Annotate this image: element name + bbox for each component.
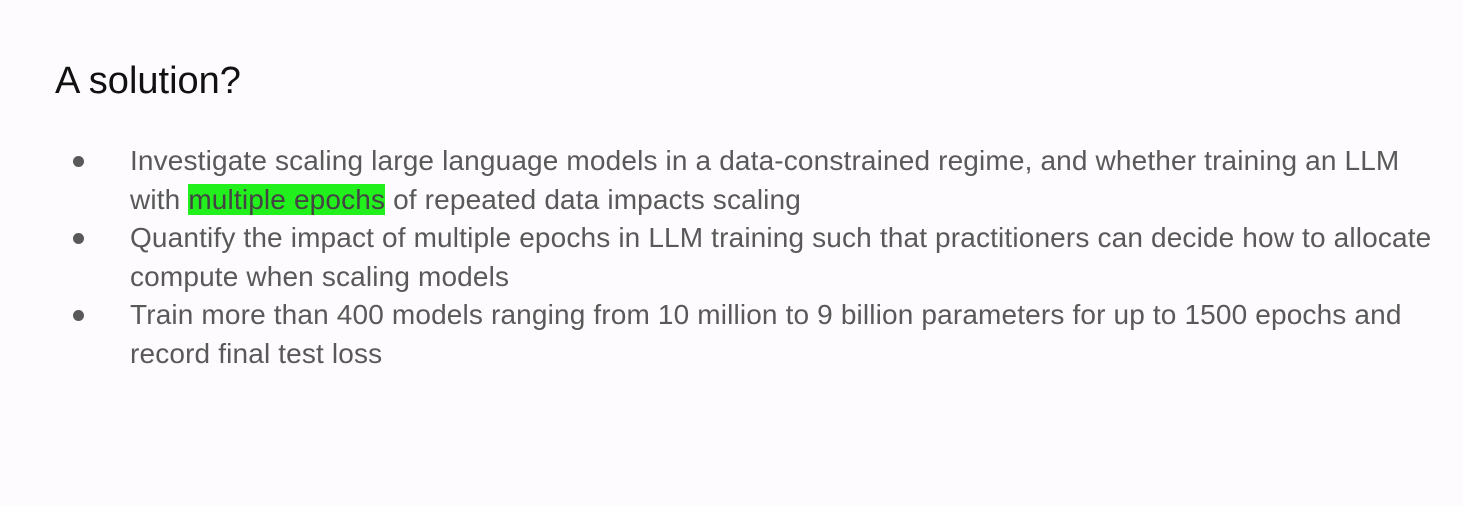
slide: A solution? Investigate scaling large la… [0,0,1463,506]
bullet-dot-icon [73,156,84,167]
bullet-item-2: Quantify the impact of multiple epochs i… [70,219,1440,296]
highlighted-text: multiple epochs [188,183,386,215]
slide-title: A solution? [55,60,241,102]
bullet-dot-icon [73,233,84,244]
bullet-list: Investigate scaling large language model… [70,142,1440,373]
bullet-item-3: Train more than 400 models ranging from … [70,296,1440,373]
bullet-dot-icon [73,310,84,321]
bullet-text: Quantify the impact of multiple epochs i… [130,222,1432,292]
bullet-text: Train more than 400 models ranging from … [130,299,1402,369]
bullet-text-after: of repeated data impacts scaling [385,183,801,215]
bullet-item-1: Investigate scaling large language model… [70,142,1440,219]
